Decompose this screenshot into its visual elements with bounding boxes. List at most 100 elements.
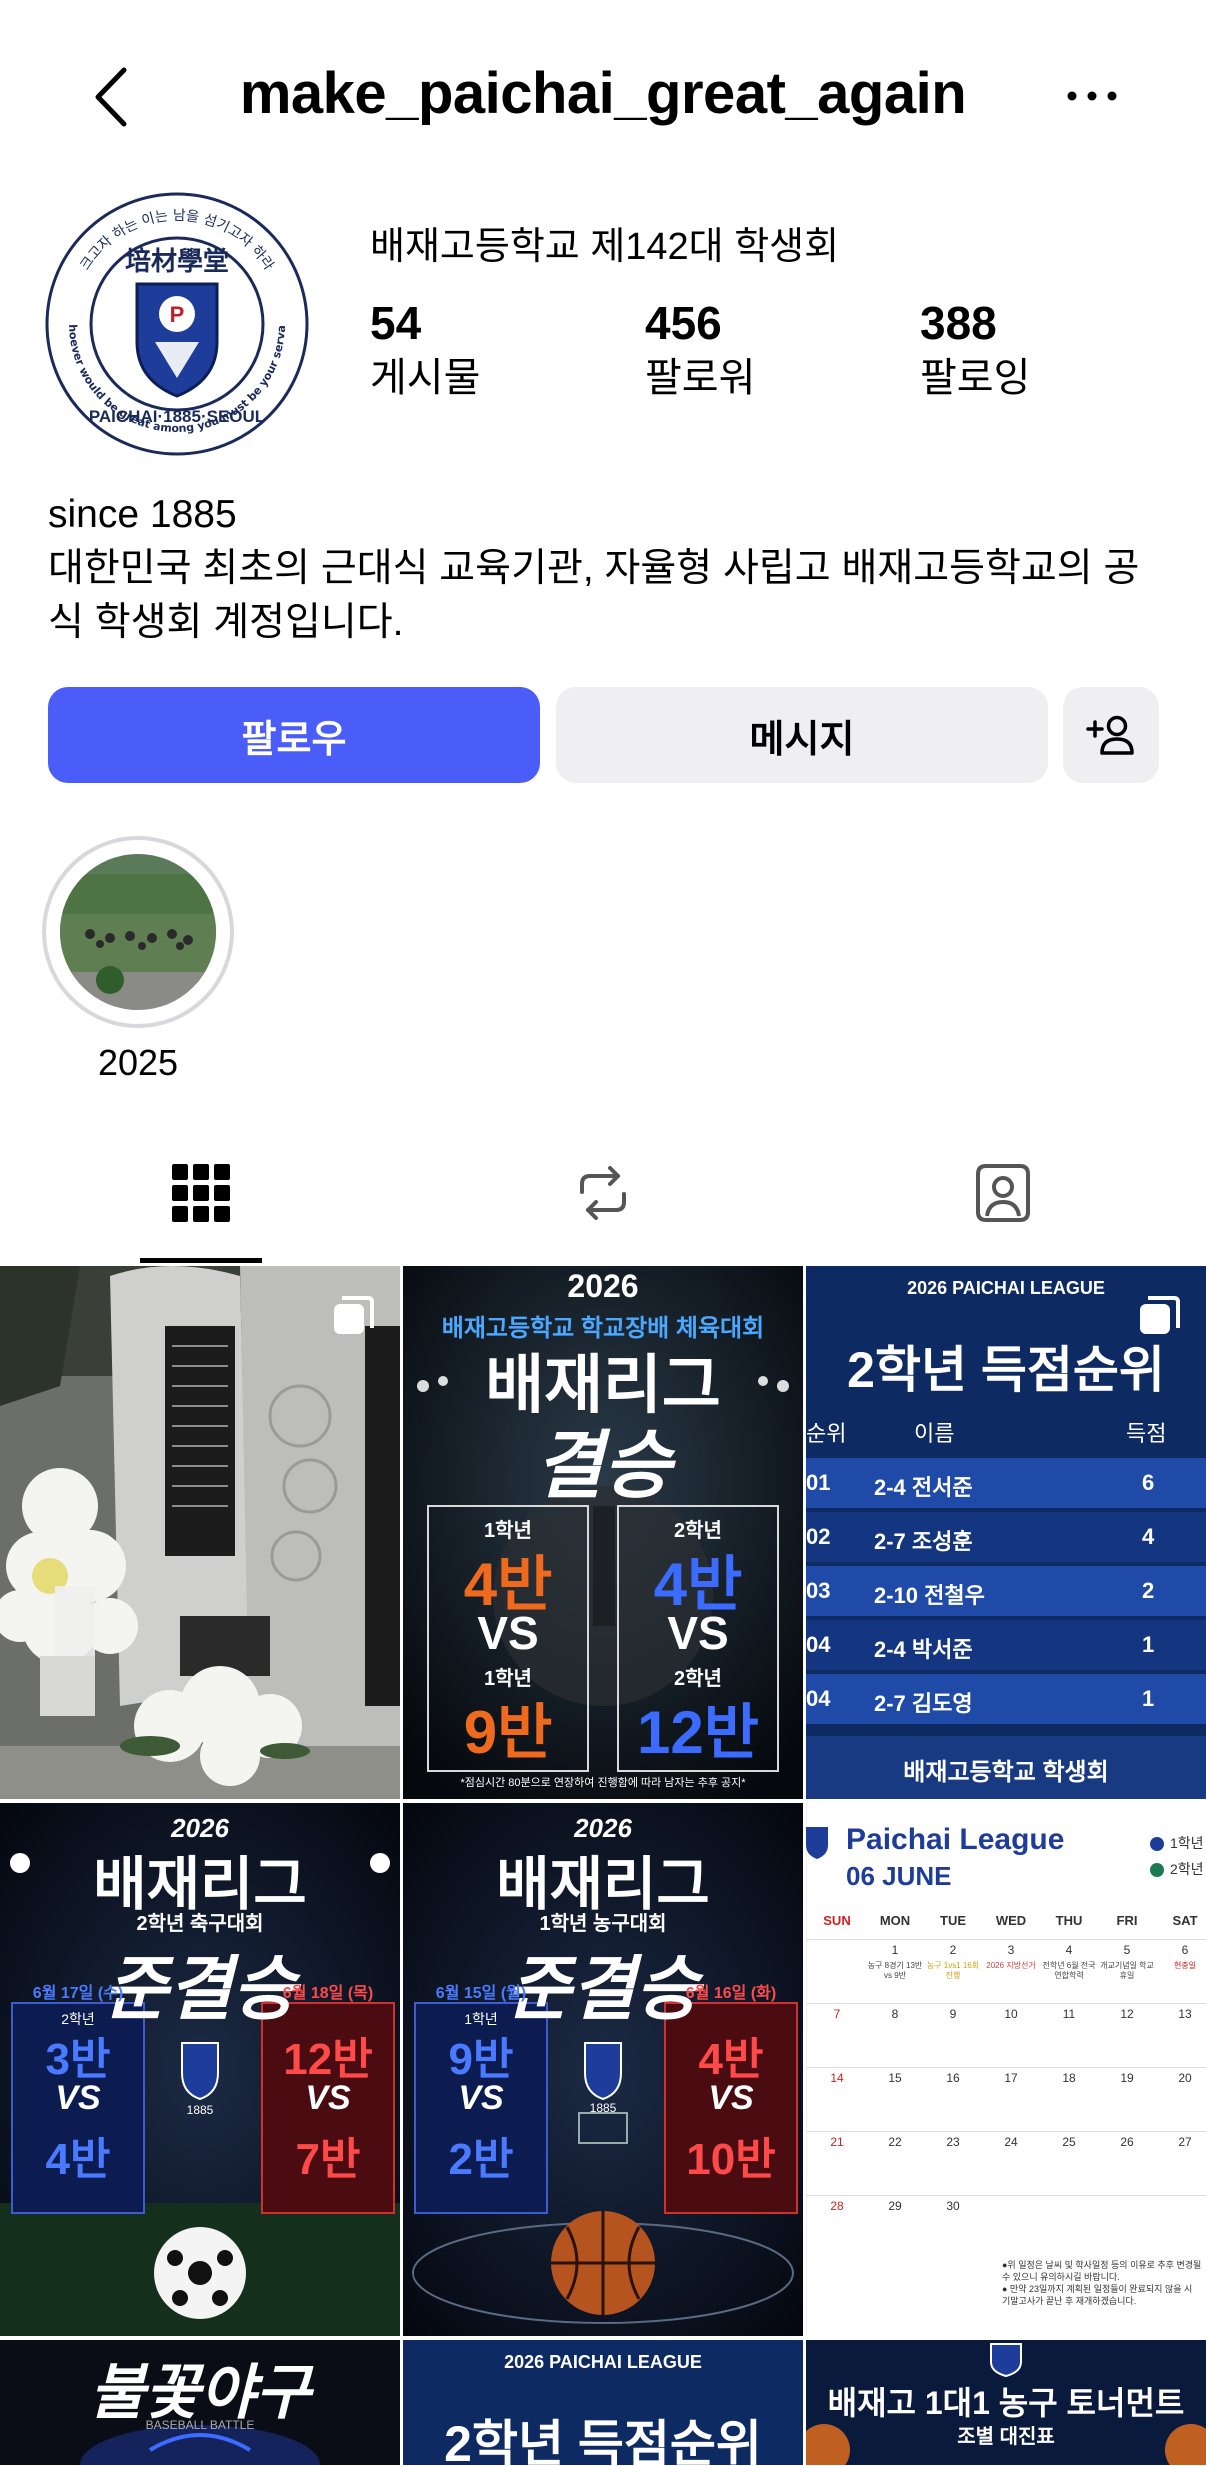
schedule-note: 전학년 6월 전국연합학력 xyxy=(1042,1961,1096,1980)
calendar-day: 23 xyxy=(946,2135,960,2149)
post-thumbnail[interactable]: 배재고 1대1 농구 토너먼트 조별 대진표 xyxy=(806,2340,1206,2465)
profile-username: make_paichai_great_again xyxy=(239,61,967,126)
name-cell: 2-10 전철우 xyxy=(874,1583,985,1608)
stat-following[interactable]: 388 팔로잉 xyxy=(920,300,1030,398)
calendar-day: 13 xyxy=(1178,2007,1192,2021)
rank-cell: 03 xyxy=(806,1578,831,1603)
right-team-bottom: 10반 xyxy=(686,2135,776,2184)
stat-posts-count: 54 xyxy=(370,297,422,349)
poster-subtitle: BASEBALL BATTLE xyxy=(145,2418,255,2432)
ranking-row: 02 2-7 조성훈 4 xyxy=(806,1512,1206,1562)
ranking-row: 04 2-7 김도영 1 xyxy=(806,1674,1206,1724)
calendar-day: 10 xyxy=(1004,2007,1018,2021)
top-bar: make_paichai_great_again xyxy=(0,0,1206,190)
right-team-top: 12반 xyxy=(283,2035,373,2084)
post-thumbnail[interactable]: 2026 PAICHAI LEAGUE 2학년 득점순위 xyxy=(403,2340,803,2465)
right-team-bottom: 12반 xyxy=(637,1699,759,1766)
more-options-icon[interactable] xyxy=(1062,76,1122,116)
calendar-day: 19 xyxy=(1120,2071,1134,2085)
poster-subtitle: 2학년 축구대회 xyxy=(136,1913,264,1935)
post-thumbnail[interactable]: 2026 PAICHAI LEAGUE 2학년 득점순위 순위 이름 득점 01… xyxy=(806,1266,1206,1799)
stat-followers-count: 456 xyxy=(645,297,722,349)
legend-grade2: 2학년 xyxy=(1150,1859,1204,1879)
post-thumbnail[interactable] xyxy=(0,1266,400,1799)
schedule-note: 농구 1vs1 16회 진행 xyxy=(926,1961,980,1980)
ranking-row: 03 2-10 전철우 2 xyxy=(806,1566,1206,1616)
poster-title: 배재고 1대1 농구 토너먼트 xyxy=(827,2385,1185,2421)
ranking-row: 01 2-4 전서준 6 xyxy=(806,1458,1206,1508)
post-thumbnail[interactable]: 2026 배재고등학교 학교장배 체육대회 배재리그 결승 1학년 4반 VS … xyxy=(403,1266,803,1799)
poster-subtitle: 1학년 농구대회 xyxy=(539,1913,667,1935)
score-cell: 6 xyxy=(1142,1470,1155,1495)
post-thumbnail[interactable]: 불꽃야구 BASEBALL BATTLE xyxy=(0,2340,400,2465)
score-cell: 1 xyxy=(1142,1686,1155,1711)
score-cell: 4 xyxy=(1142,1524,1155,1549)
right-team-bottom: 7반 xyxy=(295,2135,361,2184)
calendar-title: Paichai League xyxy=(846,1823,1065,1856)
message-button[interactable]: 메시지 xyxy=(556,687,1048,783)
highlight-thumbnail xyxy=(60,854,216,1010)
calendar-day: 4 xyxy=(1065,1943,1073,1957)
poster-year: 2026 xyxy=(567,1268,639,1304)
calendar-day: 27 xyxy=(1178,2135,1192,2149)
score-cell: 1 xyxy=(1142,1632,1155,1657)
left-vs: VS xyxy=(55,2079,101,2117)
tab-posts-grid[interactable] xyxy=(140,1120,262,1266)
profile-bio: since 1885 대한민국 최초의 근대식 교육기관, 자율형 사립고 배재… xyxy=(48,488,1168,650)
grid-icon xyxy=(172,1164,230,1222)
post-thumbnail[interactable]: 2026 배재리그 1학년 농구대회 준결승 1885 6월 15일 (월) 6… xyxy=(403,1803,803,2336)
ranking-footer: 배재고등학교 학생회 xyxy=(903,1759,1109,1786)
poster-note: *점심시간 80분으로 연장하여 진행함에 따라 남자는 추후 공지* xyxy=(460,1777,746,1789)
name-cell: 2-7 김도영 xyxy=(874,1691,973,1716)
calendar-day: 5 xyxy=(1123,1943,1131,1957)
profile-avatar[interactable]: 크고자 하는 이는 남을 섬기고자 하라 Whoever would be gr… xyxy=(45,192,309,456)
calendar-day: 11 xyxy=(1062,2007,1076,2021)
avatar-school-name: 培材學堂 xyxy=(125,246,229,276)
right-date: 6월 18일 (목) xyxy=(282,1985,374,2002)
calendar-day: 18 xyxy=(1062,2071,1076,2085)
repost-icon xyxy=(580,1166,626,1220)
profile-tabs xyxy=(0,1120,1206,1266)
weekday-header: THU xyxy=(1055,1913,1083,1928)
calendar-day: 24 xyxy=(1004,2135,1018,2149)
calendar-day: 15 xyxy=(888,2071,902,2085)
calendar-day: 21 xyxy=(830,2135,844,2149)
profile-display-name: 배재고등학교 제142대 학생회 xyxy=(370,226,840,268)
schedule-note: 2026 지방선거 xyxy=(986,1961,1036,1970)
calendar-day: 30 xyxy=(946,2199,960,2213)
poster-subtitle: 조별 대진표 xyxy=(957,2426,1055,2448)
calendar-day: 22 xyxy=(888,2135,902,2149)
right-vs: VS xyxy=(667,1607,729,1659)
story-highlight[interactable] xyxy=(42,836,234,1028)
calendar-day: 25 xyxy=(1062,2135,1076,2149)
stat-followers[interactable]: 456 팔로워 xyxy=(645,300,755,398)
calendar-day: 12 xyxy=(1120,2007,1134,2021)
tab-tagged[interactable] xyxy=(940,1120,1066,1266)
week-divider xyxy=(806,2195,1206,2196)
calendar-day: 7 xyxy=(833,2007,841,2021)
calendar-day: 2 xyxy=(949,1943,957,1957)
tab-reposts[interactable] xyxy=(540,1120,666,1266)
bio-line: 대한민국 최초의 근대식 교육기관, 자율형 사립고 배재고등학교의 공 xyxy=(48,547,1140,590)
left-vs: VS xyxy=(458,2079,504,2117)
post-thumbnail[interactable]: Paichai League 06 JUNE 1학년 2학년 SUN MON TUE… xyxy=(806,1803,1206,2336)
weekday-header: TUE xyxy=(940,1913,966,1928)
schedule-note: 농구 8경기 13반 vs 9반 xyxy=(867,1961,923,1980)
carousel-icon xyxy=(1140,1296,1180,1334)
rank-cell: 01 xyxy=(806,1470,831,1495)
avatar-band: PAICHAI·1885·SEOUL xyxy=(89,407,265,426)
schedule-note: 개교기념일 학교 휴일 xyxy=(1100,1961,1154,1980)
calendar-footnote: ●위 일정은 날씨 및 학사일정 등의 이유로 추후 변경될 수 있으니 유의하… xyxy=(1002,2260,1202,2306)
suggested-users-button[interactable] xyxy=(1063,687,1159,783)
rank-cell: 04 xyxy=(806,1632,831,1657)
calendar-month: 06 JUNE xyxy=(846,1861,952,1891)
follow-button[interactable]: 팔로우 xyxy=(48,687,540,783)
poster-stage: 결승 xyxy=(534,1424,672,1507)
post-thumbnail[interactable]: 2026 배재리그 2학년 축구대회 준결승 1885 6월 17일 (수) 6… xyxy=(0,1803,400,2336)
bio-line: 식 학생회 계정입니다. xyxy=(48,601,404,644)
weekday-header: FRI xyxy=(1116,1913,1138,1928)
svg-text:P: P xyxy=(170,302,185,327)
stat-posts[interactable]: 54 게시물 xyxy=(370,300,480,398)
score-cell: 2 xyxy=(1142,1578,1155,1603)
add-person-icon xyxy=(1086,715,1134,755)
